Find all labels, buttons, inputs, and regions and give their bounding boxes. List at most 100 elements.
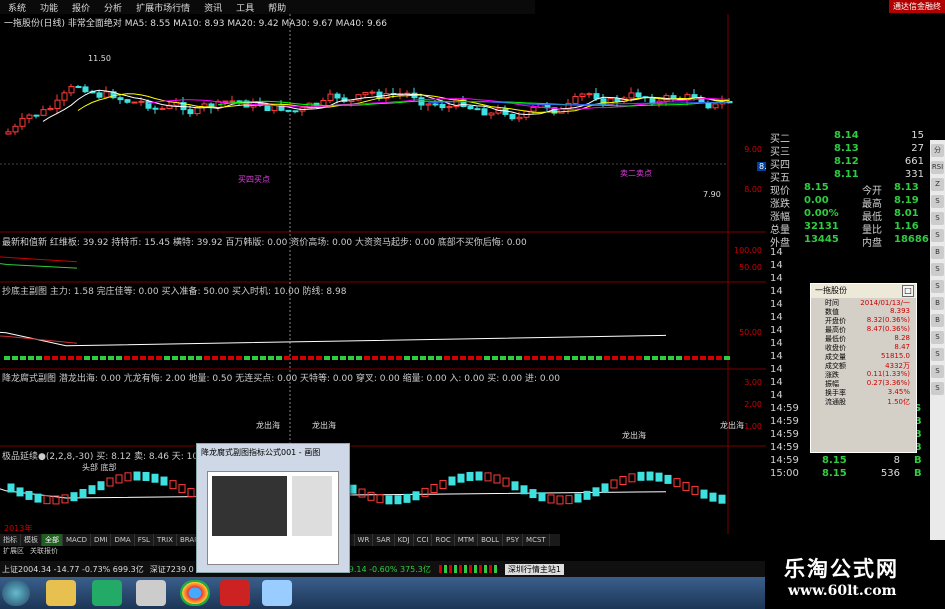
menu-function[interactable]: 功能 — [40, 1, 58, 14]
toolbar-button[interactable]: S — [931, 382, 944, 395]
quote-stat-row: 现价 8.15 今开 8.13 — [766, 182, 926, 197]
bid-volume: 15 — [911, 130, 924, 141]
menu-tools[interactable]: 工具 — [236, 1, 254, 14]
panel2-signal-block — [84, 356, 90, 360]
menu-analysis[interactable]: 分析 — [104, 1, 122, 14]
menu-info[interactable]: 资讯 — [204, 1, 222, 14]
tab-全部[interactable]: 全部 — [42, 534, 63, 546]
stat-value-2: 8.01 — [894, 208, 919, 219]
candle-body — [82, 86, 89, 93]
popup-row: 涨跌 0.11(1.33%) — [811, 370, 916, 379]
panel2-signal-block — [668, 356, 674, 360]
tab-cci[interactable]: CCI — [414, 534, 433, 546]
candle-body — [481, 108, 488, 116]
panel2-signal-block — [380, 356, 386, 360]
panel4-bar — [520, 485, 528, 495]
panel2-signal-block — [284, 356, 290, 360]
candle-body — [334, 93, 341, 99]
panel2-signal-block — [388, 356, 394, 360]
candle-body — [488, 112, 495, 116]
close-icon[interactable]: □ — [902, 285, 914, 297]
toolbar-button[interactable]: S — [931, 280, 944, 293]
toolbar-button[interactable]: S — [931, 229, 944, 242]
paint-icon[interactable] — [262, 580, 292, 606]
chrome-icon[interactable] — [180, 580, 210, 606]
toolbar-button[interactable]: Z — [931, 178, 944, 191]
panel2-signal-block — [524, 356, 530, 360]
tab-psy[interactable]: PSY — [503, 534, 524, 546]
tick-time-row: 14 — [766, 260, 926, 274]
panel4-bar — [7, 483, 15, 493]
tab-mcst[interactable]: MCST — [523, 534, 550, 546]
toolbar-button[interactable]: S — [931, 331, 944, 344]
folder-icon[interactable] — [46, 580, 76, 606]
candle-body — [670, 95, 677, 100]
panel3-label-4: 龙出海 — [622, 431, 646, 440]
tab-trix[interactable]: TRIX — [154, 534, 177, 546]
panel2-signal-block — [404, 356, 410, 360]
candle-body — [68, 86, 75, 94]
tick-time: 14:59 — [770, 416, 799, 427]
menu-ext-market[interactable]: 扩展市场行情 — [136, 1, 190, 14]
panel4-bar — [637, 471, 645, 481]
toolbar-button[interactable]: S — [931, 365, 944, 378]
toolbar-button[interactable]: S — [931, 263, 944, 276]
panel4-bar — [403, 493, 411, 503]
tab-macd[interactable]: MACD — [63, 534, 91, 546]
media-icon[interactable] — [92, 580, 122, 606]
start-button[interactable] — [2, 580, 30, 606]
toolbar-button[interactable]: B — [931, 314, 944, 327]
status-link[interactable]: 深圳行情主站1 — [504, 563, 564, 575]
tab-wr[interactable]: WR — [355, 534, 374, 546]
bid-row: 买五 8.11 331 — [766, 169, 926, 184]
tab-模板[interactable]: 模板 — [21, 534, 42, 546]
tab-sar[interactable]: SAR — [373, 534, 395, 546]
toolbar-button[interactable]: B — [931, 246, 944, 259]
tab-related-quote[interactable]: 关联报价 — [27, 546, 61, 557]
panel2-signal-block — [564, 356, 570, 360]
tab-dmi[interactable]: DMI — [91, 534, 112, 546]
right-toolbar: 分 RSI Z S S S B S S B B S S S S — [930, 140, 945, 540]
tab-kdj[interactable]: KDJ — [395, 534, 414, 546]
menu-quote[interactable]: 报价 — [72, 1, 90, 14]
tab-dma[interactable]: DMA — [111, 534, 135, 546]
toolbar-button[interactable]: B — [931, 297, 944, 310]
panel2-signal-block — [228, 356, 234, 360]
panel2-signal-block — [428, 356, 434, 360]
tab-ext-area[interactable]: 扩展区 — [0, 546, 27, 557]
tab-mtm[interactable]: MTM — [455, 534, 479, 546]
app-red-icon[interactable] — [220, 580, 250, 606]
panel4-bar — [88, 485, 96, 495]
player-icon[interactable] — [136, 580, 166, 606]
data-popup[interactable]: 一拖股份 □ 时间 2014/01/13/一 数值 8.393 开盘价 8.32(0.36… — [810, 283, 917, 453]
menu-system[interactable]: 系统 — [8, 1, 26, 14]
panel2-axis-1: 50.00 — [739, 328, 762, 337]
toolbar-button[interactable]: 分 — [931, 144, 944, 157]
window-thumbnail[interactable]: 降龙腐式副图指标公式001 - 画图 — [196, 443, 350, 573]
tick-volume: 536 — [880, 468, 900, 479]
tab-boll[interactable]: BOLL — [478, 534, 504, 546]
tick-price: 8.15 — [822, 468, 847, 479]
bid-row: 买三 8.13 27 — [766, 143, 926, 158]
tab-fsl[interactable]: FSL — [135, 534, 154, 546]
menu-help[interactable]: 帮助 — [268, 1, 286, 14]
panel4-bar — [106, 477, 114, 487]
panel4-bar — [619, 475, 627, 485]
popup-row-value: 0.11(1.33%) — [866, 370, 910, 378]
bid-price: 8.12 — [834, 156, 859, 167]
bid-volume: 27 — [911, 143, 924, 154]
panel4-bar — [79, 488, 87, 498]
tick-time: 14 — [770, 377, 783, 388]
panel4-bar — [610, 479, 618, 489]
panel1-line-green — [0, 263, 78, 269]
sub-tabs: 扩展区 关联报价 — [0, 546, 100, 557]
tab-roc[interactable]: ROC — [432, 534, 455, 546]
bid-volume: 331 — [904, 169, 924, 180]
panel2-signal-block — [28, 356, 34, 360]
toolbar-button[interactable]: S — [931, 195, 944, 208]
popup-row: 开盘价 8.32(0.36%) — [811, 316, 916, 325]
tab-指标[interactable]: 指标 — [0, 534, 21, 546]
toolbar-button[interactable]: RSI — [931, 161, 944, 174]
toolbar-button[interactable]: S — [931, 212, 944, 225]
toolbar-button[interactable]: S — [931, 348, 944, 361]
